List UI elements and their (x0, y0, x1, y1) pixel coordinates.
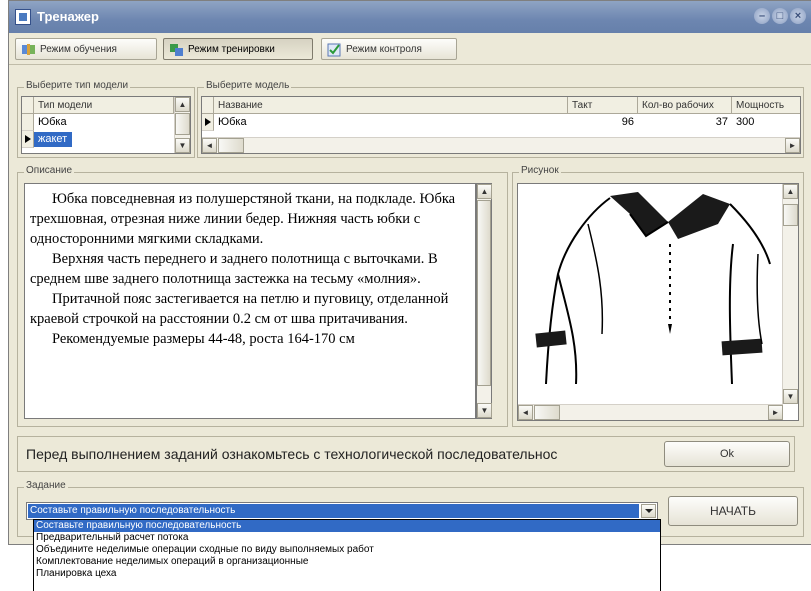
task-legend: Задание (24, 480, 68, 491)
row-indicator-header (22, 97, 34, 114)
scroll-down-icon[interactable]: ▼ (477, 403, 492, 418)
jacket-sketch-image (518, 184, 780, 406)
model-type-scrollbar[interactable]: ▲ ▼ (174, 97, 190, 153)
control-check-icon (327, 43, 341, 57)
window-title: Тренажер (37, 9, 99, 24)
model-legend: Выберите модель (204, 80, 292, 91)
description-paragraph: Юбка повседневная из полушерстяной ткани… (30, 191, 456, 247)
start-button[interactable]: НАЧАТЬ (668, 496, 798, 526)
dropdown-option[interactable]: Составьте правильную последовательность (34, 520, 660, 532)
model-hscrollbar[interactable]: ◄ ► (202, 137, 800, 153)
picture-hscrollbar[interactable]: ◄ ► (518, 404, 783, 420)
app-window: Тренажер – □ × Режим обучения Режим трен… (8, 0, 811, 545)
scroll-thumb[interactable] (534, 405, 560, 420)
scroll-down-icon[interactable]: ▼ (783, 389, 798, 404)
picture-group: Рисунок ▲ ▼ ◄ ► (512, 165, 804, 427)
maximize-icon[interactable]: □ (772, 8, 788, 24)
scroll-down-icon[interactable]: ▼ (175, 138, 190, 153)
title-bar[interactable]: Тренажер – □ × (9, 1, 811, 33)
scroll-left-icon[interactable]: ◄ (202, 138, 217, 153)
row-indicator[interactable] (22, 114, 34, 131)
control-mode-button[interactable]: Режим контроля (321, 38, 457, 60)
description-text[interactable]: Юбка повседневная из полушерстяной ткани… (24, 183, 476, 419)
scroll-up-icon[interactable]: ▲ (783, 184, 798, 199)
description-scrollbar[interactable]: ▲ ▼ (476, 183, 492, 419)
study-mode-label: Режим обучения (40, 44, 117, 55)
notice-panel: Перед выполнением заданий ознакомьтесь с… (17, 436, 795, 472)
minimize-icon[interactable]: – (754, 8, 770, 24)
scroll-thumb[interactable] (175, 113, 190, 135)
scroll-thumb[interactable] (218, 138, 244, 153)
column-header-takt[interactable]: Такт (568, 97, 638, 114)
model-type-row-jacket[interactable]: жакет (34, 132, 72, 147)
row-indicator-header (202, 97, 214, 114)
task-select[interactable]: Составьте правильную последовательность (26, 502, 658, 520)
model-type-legend: Выберите тип модели (24, 80, 131, 91)
notice-text: Перед выполнением заданий ознакомьтесь с… (26, 446, 558, 462)
description-paragraph: Притачной пояс застегивается на петлю и … (30, 291, 449, 327)
picture-legend: Рисунок (519, 165, 561, 176)
ok-button[interactable]: Ok (664, 441, 790, 467)
scroll-thumb[interactable] (477, 200, 491, 386)
scroll-right-icon[interactable]: ► (785, 138, 800, 153)
dropdown-option[interactable]: Объедините неделимые операции сходные по… (34, 544, 660, 556)
model-workers-cell[interactable]: 37 (638, 114, 732, 131)
scroll-left-icon[interactable]: ◄ (518, 405, 533, 420)
dropdown-option[interactable]: Предварительный расчет потока (34, 532, 660, 544)
training-mode-label: Режим тренировки (188, 44, 275, 55)
model-type-grid[interactable]: Тип модели Юбка жакет ▲ ▼ (21, 96, 191, 154)
task-dropdown-list[interactable]: Составьте правильную последовательность … (33, 519, 661, 591)
model-type-group: Выберите тип модели Тип модели Юбка жаке… (17, 80, 195, 158)
model-takt-cell[interactable]: 96 (568, 114, 638, 131)
mode-toolbar: Режим обучения Режим тренировки Режим ко… (9, 34, 811, 65)
scroll-up-icon[interactable]: ▲ (477, 184, 492, 199)
column-header-workers[interactable]: Кол-во рабочих (638, 97, 732, 114)
scroll-up-icon[interactable]: ▲ (175, 97, 190, 112)
study-mode-button[interactable]: Режим обучения (15, 38, 157, 60)
training-mode-button[interactable]: Режим тренировки (163, 38, 313, 60)
scroll-right-icon[interactable]: ► (768, 405, 783, 420)
model-group: Выберите модель Название Такт Кол-во раб… (197, 80, 804, 158)
current-row-indicator[interactable] (22, 131, 34, 148)
current-row-indicator[interactable] (202, 114, 214, 131)
model-type-row-skirt[interactable]: Юбка (34, 114, 174, 131)
task-select-value[interactable]: Составьте правильную последовательность (28, 504, 639, 518)
description-paragraph: Рекомендуемые размеры 44-48, роста 164-1… (52, 331, 355, 347)
column-header-name[interactable]: Название (214, 97, 568, 114)
model-grid[interactable]: Название Такт Кол-во рабочих Мощность Юб… (201, 96, 801, 154)
model-name-cell[interactable]: Юбка (214, 114, 568, 131)
description-paragraph: Верхняя часть переднего и заднего полотн… (30, 251, 438, 287)
picture-vscrollbar[interactable]: ▲ ▼ (782, 184, 798, 404)
column-header-power[interactable]: Мощность (732, 97, 800, 114)
dropdown-option[interactable]: Комплектование неделимых операций в орга… (34, 556, 660, 568)
chevron-down-icon[interactable] (641, 504, 656, 518)
dropdown-option[interactable]: Планировка цеха (34, 568, 660, 580)
scroll-thumb[interactable] (783, 204, 798, 226)
study-icon (22, 44, 35, 55)
description-group: Описание Юбка повседневная из полушерстя… (17, 165, 508, 427)
training-icon (170, 44, 183, 56)
model-power-cell[interactable]: 300 (732, 114, 800, 131)
control-mode-label: Режим контроля (346, 44, 422, 55)
close-icon[interactable]: × (790, 8, 806, 24)
app-icon (15, 9, 31, 25)
model-type-column-header[interactable]: Тип модели (34, 97, 174, 114)
picture-viewport: ▲ ▼ ◄ ► (517, 183, 799, 421)
description-legend: Описание (24, 165, 75, 176)
